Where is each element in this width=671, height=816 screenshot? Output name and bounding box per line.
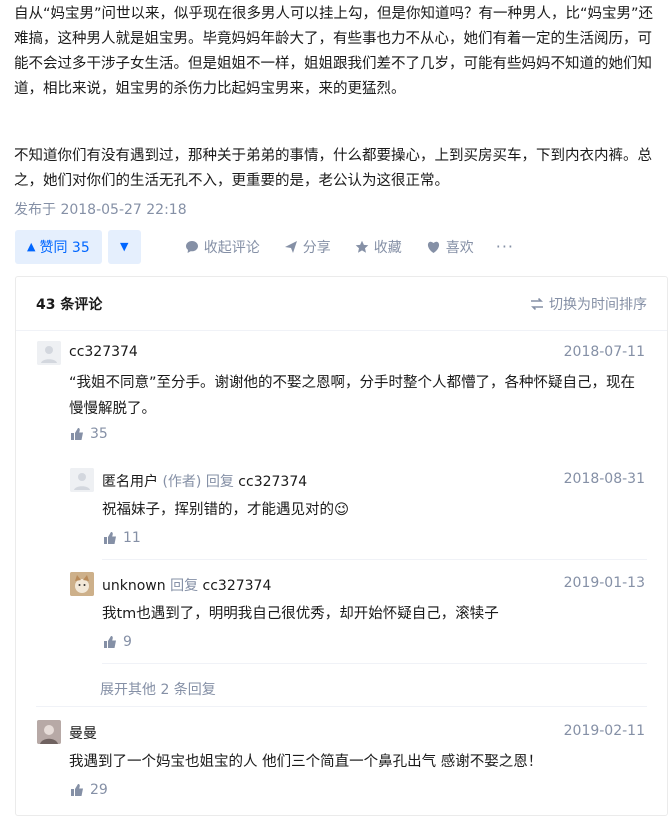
comment-count: 43 条评论	[36, 297, 103, 313]
comment-toggle-label: 收起评论	[203, 239, 260, 256]
upvote-button[interactable]: ▲ 赞同 35	[15, 229, 102, 264]
comment-like-button[interactable]: 29	[70, 782, 108, 798]
comment-icon	[185, 240, 198, 253]
triangle-up-icon: ▲	[27, 240, 36, 253]
avatar[interactable]	[70, 468, 94, 492]
photo-avatar-icon	[37, 720, 61, 744]
divider	[102, 559, 647, 560]
comment-text: 我遇到了一个妈宝也姐宝的人 他们三个简直一个鼻孔出气 感谢不娶之恩！	[69, 754, 543, 770]
thumbs-up-icon	[104, 636, 116, 648]
comment-author[interactable]: cc327374	[69, 344, 138, 360]
thumbs-up-icon	[71, 784, 83, 796]
publish-time: 发布于 2018-05-27 22:18	[14, 202, 187, 218]
comments-panel: 43 条评论 切换为时间排序 cc327374 2018-07-11 “我姐不同…	[15, 276, 668, 816]
divider	[36, 706, 647, 707]
sort-toggle-button[interactable]: 切换为时间排序	[530, 294, 647, 314]
reply-word: 回复	[205, 474, 234, 490]
share-button[interactable]: 分享	[284, 237, 331, 257]
thumbs-up-icon	[104, 532, 116, 544]
downvote-button[interactable]: ▼	[107, 229, 141, 264]
comment-like-count: 35	[90, 426, 108, 442]
reply-like-button[interactable]: 9	[103, 634, 132, 650]
heart-icon	[427, 241, 439, 253]
comment-author[interactable]: 曼曼	[69, 723, 97, 743]
reply-text: 我tm也遇到了，明明我自己很优秀，却开始怀疑自己，滚犊子	[102, 606, 499, 622]
reply-author[interactable]: unknown	[102, 578, 166, 594]
cat-avatar-icon	[70, 572, 94, 596]
like-button[interactable]: 喜欢	[426, 237, 474, 257]
avatar[interactable]	[70, 572, 94, 596]
collect-button[interactable]: 收藏	[355, 237, 402, 257]
reply-like-button[interactable]: 11	[103, 530, 141, 546]
toggle-comments-button[interactable]: 收起评论	[185, 237, 260, 257]
reply-target[interactable]: cc327374	[238, 474, 307, 490]
reply-like-count: 9	[123, 634, 132, 650]
thumbs-up-icon	[71, 428, 83, 440]
star-icon	[355, 240, 369, 253]
avatar[interactable]	[37, 341, 61, 365]
comment-text: “我姐不同意”至分手。谢谢他的不娶之恩啊，分手时整个人都懵了，各种怀疑自己，现在…	[69, 375, 636, 417]
comment-like-count: 29	[90, 782, 108, 798]
action-bar: ▲ 赞同 35 ▼ 收起评论 分享 收藏 喜欢 ···	[15, 229, 514, 264]
reply-header: unknown 回复 cc327374	[102, 575, 271, 595]
share-icon	[284, 240, 297, 253]
reply-header: 匿名用户 (作者) 回复 cc327374	[102, 471, 307, 491]
comments-header: 43 条评论 切换为时间排序	[16, 277, 667, 331]
like-label: 喜欢	[445, 239, 474, 256]
default-avatar-icon	[37, 341, 61, 365]
comment-like-button[interactable]: 35	[70, 426, 108, 442]
triangle-down-icon: ▼	[120, 240, 129, 253]
reply-author[interactable]: 匿名用户	[102, 474, 158, 490]
expand-replies-button[interactable]: 展开其他 2 条回复	[100, 679, 216, 699]
divider	[102, 663, 647, 664]
article-paragraph: 不知道你们有没有遇到过，那种关于弟弟的事情，什么都要操心，上到买房买车，下到内衣…	[14, 148, 652, 189]
reply-text: 祝福妹子，挥别错的，才能遇见对的😉	[102, 502, 350, 518]
swap-icon	[531, 298, 543, 310]
collect-label: 收藏	[373, 239, 402, 256]
default-avatar-icon	[70, 468, 94, 492]
comment-date: 2019-02-11	[563, 723, 645, 739]
reply-date: 2018-08-31	[563, 471, 645, 487]
reply-target[interactable]: cc327374	[203, 578, 272, 594]
reply-like-count: 11	[123, 530, 141, 546]
author-tag: (作者)	[162, 474, 202, 490]
upvote-label: 赞同 35	[39, 239, 90, 256]
more-button[interactable]: ···	[496, 237, 514, 256]
article-paragraph: 自从“妈宝男”问世以来，似乎现在很多男人可以挂上勾，但是你知道吗？有一种男人，比…	[14, 6, 654, 97]
reply-word: 回复	[170, 578, 199, 594]
avatar[interactable]	[37, 720, 61, 744]
sort-label: 切换为时间排序	[549, 297, 647, 313]
reply-date: 2019-01-13	[563, 575, 645, 591]
comment-date: 2018-07-11	[563, 344, 645, 360]
share-label: 分享	[302, 239, 331, 256]
